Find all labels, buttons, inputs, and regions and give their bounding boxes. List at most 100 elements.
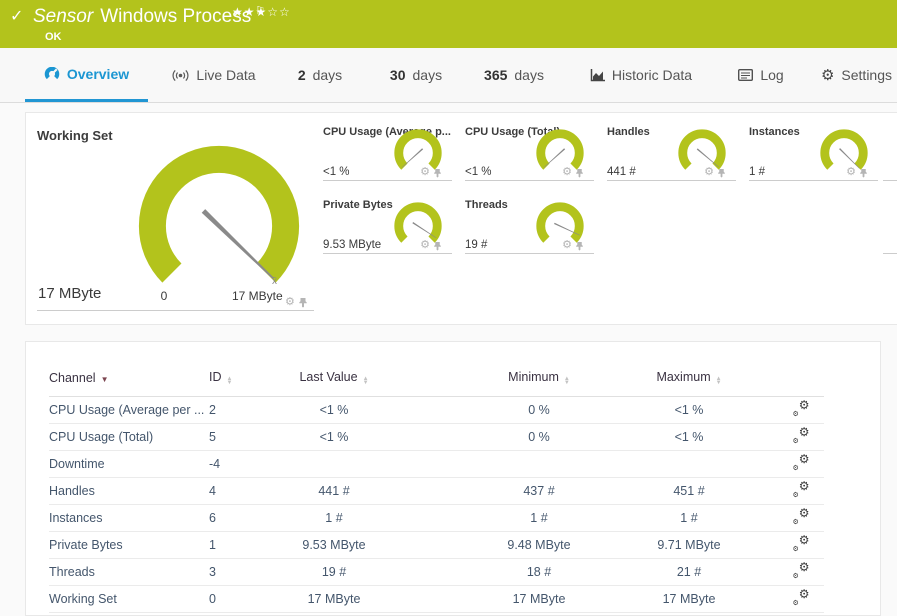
channel-gear-icon[interactable]: ⚙ <box>562 240 572 251</box>
channel-settings-icon[interactable]: ⚙ ⚙ <box>793 588 810 607</box>
channel-settings-icon[interactable]: ⚙ ⚙ <box>793 399 810 418</box>
divider <box>607 180 736 181</box>
title-prefix: Sensor <box>33 6 94 27</box>
channel-gear-icon[interactable]: ⚙ <box>704 167 714 178</box>
tab-settings[interactable]: ⚙ Settings <box>816 48 897 102</box>
column-header-id[interactable]: ID ▲ ▼ <box>209 360 264 397</box>
tab-historic-data-label: Historic Data <box>611 67 693 83</box>
channel-name[interactable]: Downtime <box>49 450 209 478</box>
table-row[interactable]: Threads 3 19 # 18 # 21 # ⚙ ⚙ <box>49 558 824 586</box>
pin-icon[interactable] <box>717 168 726 178</box>
channel-table-body: CPU Usage (Average per ... 2 <1 % 0 % <1… <box>49 396 824 613</box>
tab-365-days[interactable]: 365 days <box>470 48 558 102</box>
table-header-row: Channel ▼ ID ▲ ▼ Last Value ▲ ▼ Minimum ▲ ▼ Max… <box>49 360 824 397</box>
tab-2-days-label: days <box>312 67 343 83</box>
table-row[interactable]: Private Bytes 1 9.53 MByte 9.48 MByte 9.… <box>49 531 824 559</box>
divider <box>749 180 878 181</box>
tab-live-data[interactable]: Live Data <box>158 48 270 102</box>
tab-30-days[interactable]: 30 days <box>376 48 456 102</box>
gauge-cell[interactable]: Threads 19 # ⚙ <box>456 186 598 259</box>
tab-2-days[interactable]: 2 days <box>283 48 357 102</box>
gauge-working-set[interactable]: Working Set 0 17 MByte 17 MByte x̄ ⚙ <box>26 113 314 326</box>
channel-settings-icon[interactable]: ⚙ ⚙ <box>793 453 810 472</box>
channel-id: 6 <box>209 504 264 532</box>
pin-icon[interactable] <box>298 297 308 308</box>
divider <box>37 310 314 311</box>
priority-stars[interactable]: ★★★☆☆ <box>232 5 291 19</box>
channel-gear-icon[interactable]: ⚙ <box>562 167 572 178</box>
gauge-cell[interactable]: CPU Usage (Average p... <1 % ⚙ <box>314 113 456 186</box>
gauge-value: <1 % <box>465 166 492 178</box>
sort-icon: ▲ ▼ <box>226 376 233 386</box>
channel-name[interactable]: Threads <box>49 558 209 586</box>
channel-minimum <box>464 450 614 478</box>
gauge-cell[interactable]: CPU Usage (Total) <1 % ⚙ <box>456 113 598 186</box>
spacer-cell <box>404 531 464 559</box>
spacer-cell <box>404 477 464 505</box>
table-row[interactable]: Downtime -4 ⚙ ⚙ <box>49 450 824 478</box>
pin-icon[interactable] <box>433 168 442 178</box>
channel-name[interactable]: Handles <box>49 477 209 505</box>
channel-gear-icon[interactable]: ⚙ <box>420 167 430 178</box>
channel-name[interactable]: Instances <box>49 504 209 532</box>
channel-settings-icon[interactable]: ⚙ ⚙ <box>793 426 810 445</box>
channel-name[interactable]: Private Bytes <box>49 531 209 559</box>
gauge-title: Handles <box>607 126 650 138</box>
channel-settings-icon[interactable]: ⚙ ⚙ <box>793 480 810 499</box>
gauge-title: Instances <box>749 126 800 138</box>
channel-id: 0 <box>209 585 264 613</box>
channel-table-panel: Channel ▼ ID ▲ ▼ Last Value ▲ ▼ Minimum ▲ ▼ Max… <box>25 341 881 616</box>
tab-30-days-number: 30 <box>389 67 406 83</box>
column-header-last-value[interactable]: Last Value ▲ ▼ <box>264 360 404 397</box>
divider <box>883 253 897 254</box>
sort-icon: ▲ ▼ <box>362 376 369 386</box>
channel-gear-icon[interactable]: ⚙ <box>285 297 295 308</box>
table-row[interactable]: Working Set 0 17 MByte 17 MByte 17 MByte… <box>49 585 824 613</box>
channel-settings-icon[interactable]: ⚙ ⚙ <box>793 534 810 553</box>
gauge-cell[interactable]: Handles 441 # ⚙ <box>598 113 740 186</box>
pin-icon[interactable] <box>859 168 868 178</box>
gauge-cell[interactable]: Private Bytes 9.53 MByte ⚙ <box>314 186 456 259</box>
gauge-value: 9.53 MByte <box>323 239 382 251</box>
channel-settings-icon[interactable]: ⚙ ⚙ <box>793 507 810 526</box>
channel-last-value: 1 # <box>264 504 404 532</box>
table-row[interactable]: CPU Usage (Total) 5 <1 % 0 % <1 % ⚙ ⚙ <box>49 423 824 451</box>
channel-table: Channel ▼ ID ▲ ▼ Last Value ▲ ▼ Minimum ▲ ▼ Max… <box>49 360 824 613</box>
channel-name[interactable]: CPU Usage (Total) <box>49 423 209 451</box>
channel-actions-cell: ⚙ ⚙ <box>764 585 824 613</box>
gauge-value: 441 # <box>607 166 636 178</box>
sort-icon: ▲ ▼ <box>715 376 722 386</box>
table-row[interactable]: Instances 6 1 # 1 # 1 # ⚙ ⚙ <box>49 504 824 532</box>
table-row[interactable]: CPU Usage (Average per ... 2 <1 % 0 % <1… <box>49 396 824 424</box>
pin-icon[interactable] <box>575 168 584 178</box>
average-marker: x̄ <box>272 276 277 287</box>
tab-365-days-number: 365 <box>484 67 508 83</box>
gauges-panel: Working Set 0 17 MByte 17 MByte x̄ ⚙ CPU… <box>25 112 897 325</box>
divider <box>883 180 897 181</box>
column-header-minimum[interactable]: Minimum ▲ ▼ <box>464 360 614 397</box>
column-header-maximum[interactable]: Maximum ▲ ▼ <box>614 360 764 397</box>
channel-name[interactable]: CPU Usage (Average per ... <box>49 396 209 424</box>
spacer-cell <box>404 558 464 586</box>
tab-bar: Overview Live Data 2 days 30 days 365 days … <box>0 48 897 103</box>
channel-name[interactable]: Working Set <box>49 585 209 613</box>
channel-maximum: 9.71 MByte <box>614 531 764 559</box>
sensor-name: Windows Process <box>100 6 252 27</box>
tab-settings-label: Settings <box>841 67 893 83</box>
pin-icon[interactable] <box>575 241 584 251</box>
channel-settings-icon[interactable]: ⚙ ⚙ <box>793 561 810 580</box>
gauge-title: Working Set <box>37 128 113 143</box>
divider <box>323 253 452 254</box>
column-header-channel[interactable]: Channel ▼ <box>49 360 209 397</box>
pin-icon[interactable] <box>433 241 442 251</box>
table-row[interactable]: Handles 4 441 # 437 # 451 # ⚙ ⚙ <box>49 477 824 505</box>
channel-gear-icon[interactable]: ⚙ <box>420 240 430 251</box>
gauge-cell[interactable]: Instances 1 # ⚙ <box>740 113 882 186</box>
channel-last-value: 17 MByte <box>264 585 404 613</box>
channel-gear-icon[interactable]: ⚙ <box>846 167 856 178</box>
tab-overview[interactable]: Overview <box>25 48 148 102</box>
sort-icon: ▲ ▼ <box>563 376 570 386</box>
tab-log[interactable]: Log <box>727 48 795 102</box>
channel-actions-cell: ⚙ ⚙ <box>764 504 824 532</box>
tab-historic-data[interactable]: Historic Data <box>584 48 698 102</box>
